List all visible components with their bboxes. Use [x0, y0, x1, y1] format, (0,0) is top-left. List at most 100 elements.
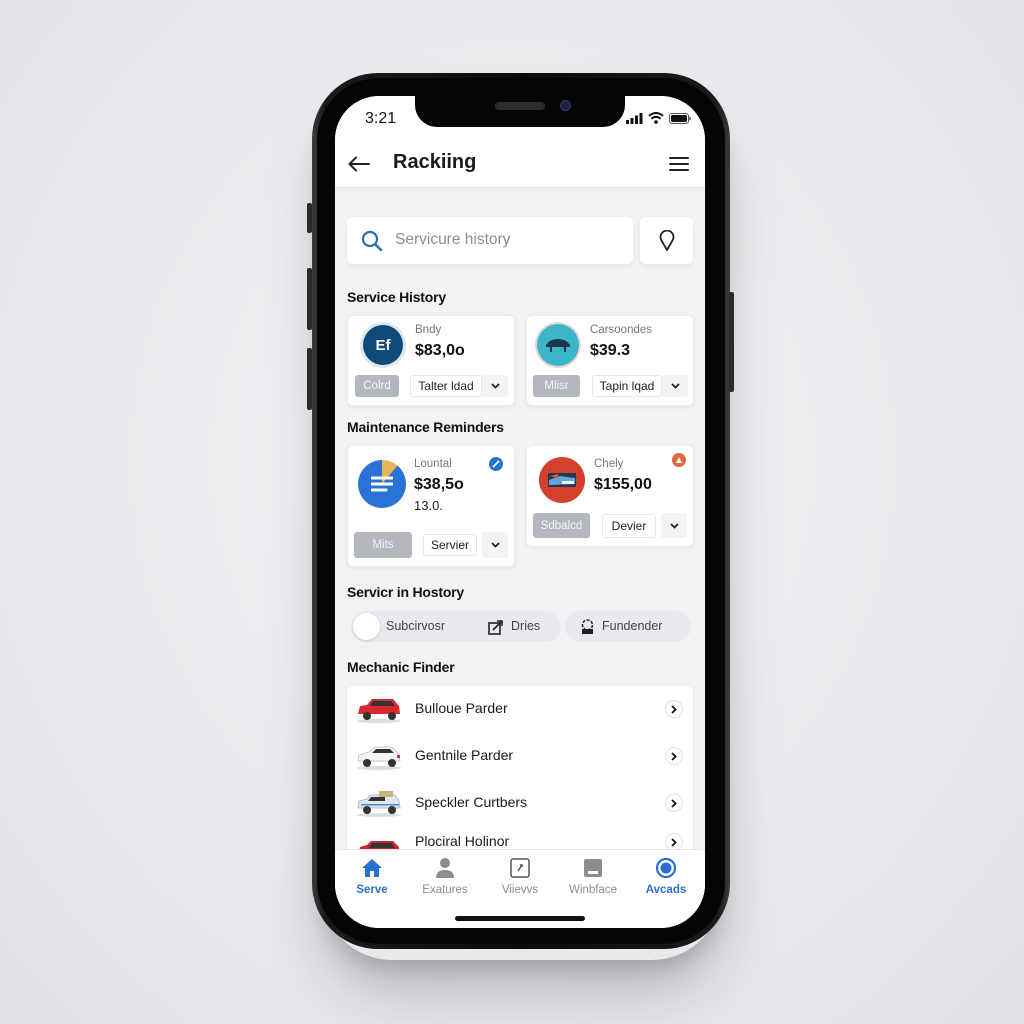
select-dropdown[interactable]: Talter ldad — [410, 375, 482, 397]
filter-pill-subcirvosr[interactable]: Subcirvosr — [386, 619, 445, 633]
inbox-icon — [584, 859, 602, 877]
tab-label: Avcads — [645, 884, 687, 896]
status-tag[interactable]: Mlisr — [533, 375, 580, 397]
reminder-card[interactable]: Lountal $38,5o 13.0. Mits Servier — [347, 445, 515, 567]
tab-exatures[interactable]: Exatures — [410, 856, 480, 898]
card-price: $38,5o — [414, 476, 464, 493]
tab-label: Serve — [356, 884, 388, 896]
alert-icon — [676, 457, 682, 463]
menu-button[interactable] — [665, 150, 693, 178]
volume-down-button — [307, 348, 312, 410]
tab-viievvs[interactable]: Viievvs — [485, 856, 555, 898]
home-icon — [362, 859, 382, 877]
mechanic-name: Gentnile Parder — [415, 747, 514, 763]
alert-badge[interactable] — [672, 453, 686, 467]
tab-label: Exatures — [422, 884, 468, 896]
status-icons — [626, 112, 691, 124]
avatar — [539, 457, 585, 503]
car-lift-icon — [546, 339, 570, 352]
filter-pill-dries[interactable]: Dries — [511, 619, 540, 633]
filter-pill-group: Subcirvosr Dries — [351, 611, 561, 642]
select-dropdown[interactable]: Tapin lqad — [592, 375, 662, 397]
select-dropdown[interactable]: Servier — [423, 534, 477, 556]
dropdown-toggle[interactable] — [662, 375, 688, 397]
front-camera — [560, 100, 571, 111]
chevron-right-icon[interactable] — [665, 700, 683, 718]
tab-serve[interactable]: Serve — [337, 856, 407, 898]
select-dropdown[interactable]: Devier — [602, 514, 656, 538]
dropdown-toggle[interactable] — [482, 532, 508, 558]
chevron-right-icon[interactable] — [665, 794, 683, 812]
circle-target-icon — [655, 857, 677, 879]
dropdown-toggle[interactable] — [482, 375, 508, 397]
mechanic-list-item[interactable]: Bulloue Parder — [347, 686, 693, 732]
power-button — [729, 292, 734, 392]
chevron-down-icon — [670, 383, 680, 389]
maintenance-reminders-title: Maintenance Reminders — [347, 419, 504, 435]
back-button[interactable] — [345, 150, 373, 178]
edit-icon — [492, 460, 500, 468]
volume-up-button — [307, 268, 312, 330]
user-icon — [436, 858, 454, 878]
mechanic-name: Speckler Curtbers — [415, 794, 528, 810]
card-label: Carsoondes — [590, 324, 653, 336]
chevron-down-icon — [490, 383, 500, 389]
export-icon — [488, 620, 503, 635]
edit-badge[interactable] — [489, 457, 503, 471]
location-button[interactable] — [640, 217, 693, 264]
tab-label: Winbface — [569, 884, 617, 896]
mechanic-finder-title: Mechanic Finder — [347, 659, 455, 675]
mechanic-list-item[interactable]: Speckler Curtbers — [347, 780, 693, 826]
avatar-text: Ef — [375, 336, 391, 354]
toggle-knob-icon[interactable] — [353, 613, 380, 640]
home-indicator[interactable] — [455, 916, 585, 921]
list-icon — [371, 476, 393, 492]
battery-icon — [669, 112, 691, 124]
card-price: $39.3 — [590, 342, 631, 359]
phone-screen: 3:21 Rackiing Servicure history Service … — [335, 96, 705, 928]
hamburger-menu-icon — [669, 157, 689, 171]
map-pin-icon — [659, 229, 674, 251]
filter-pill-fundender[interactable]: Fundender — [565, 611, 691, 642]
avatar — [358, 460, 406, 508]
service-in-history-title: Servicr in Hostory — [347, 584, 464, 600]
car-repair-icon — [548, 473, 576, 487]
notch — [415, 96, 625, 127]
filter-pill-label: Fundender — [602, 619, 663, 633]
status-tag[interactable]: Sdbalcd — [533, 513, 590, 538]
tab-avcads[interactable]: Avcads — [631, 856, 701, 898]
speaker — [495, 102, 545, 110]
avatar: Ef — [363, 325, 403, 365]
arrow-left-icon — [348, 156, 370, 172]
card-label: Chely — [594, 458, 624, 470]
search-input-value: Servicure history — [395, 231, 511, 248]
mechanic-list-item[interactable]: Gentnile Parder — [347, 733, 693, 779]
service-history-card[interactable]: Ef Bndy $83,0o Colrd Talter ldad — [347, 315, 515, 406]
bottom-tab-bar: Serve Exatures Viievvs Winbface Avcads — [335, 849, 705, 928]
mechanic-list: Bulloue Parder Gentnile Parder Speckler … — [347, 686, 693, 856]
cellular-signal-icon — [626, 112, 643, 124]
tab-winbface[interactable]: Winbface — [558, 856, 628, 898]
car-icon — [357, 746, 401, 770]
status-tag[interactable]: Mits — [354, 532, 412, 558]
card-label: Bndy — [415, 324, 442, 336]
card-label: Lountal — [414, 458, 452, 470]
card-price: $83,0o — [415, 342, 465, 359]
dropdown-toggle[interactable] — [661, 513, 687, 538]
status-tag[interactable]: Colrd — [355, 375, 399, 397]
search-input[interactable]: Servicure history — [347, 217, 633, 264]
service-history-title: Service History — [347, 289, 446, 305]
status-time: 3:21 — [365, 110, 397, 127]
avatar — [537, 324, 579, 366]
service-history-card[interactable]: Carsoondes $39.3 Mlisr Tapin lqad — [526, 315, 694, 406]
mechanic-name: Bulloue Parder — [415, 700, 508, 716]
page-title: Rackiing — [393, 151, 477, 173]
app-header: Rackiing — [335, 140, 705, 188]
tab-label: Viievvs — [501, 884, 539, 896]
search-icon — [361, 230, 383, 252]
car-icon — [357, 699, 401, 723]
views-icon — [510, 858, 530, 878]
chevron-right-icon[interactable] — [665, 747, 683, 765]
chevron-down-icon — [490, 542, 500, 548]
reminder-card[interactable]: Chely $155,00 Sdbalcd Devier — [526, 445, 694, 547]
